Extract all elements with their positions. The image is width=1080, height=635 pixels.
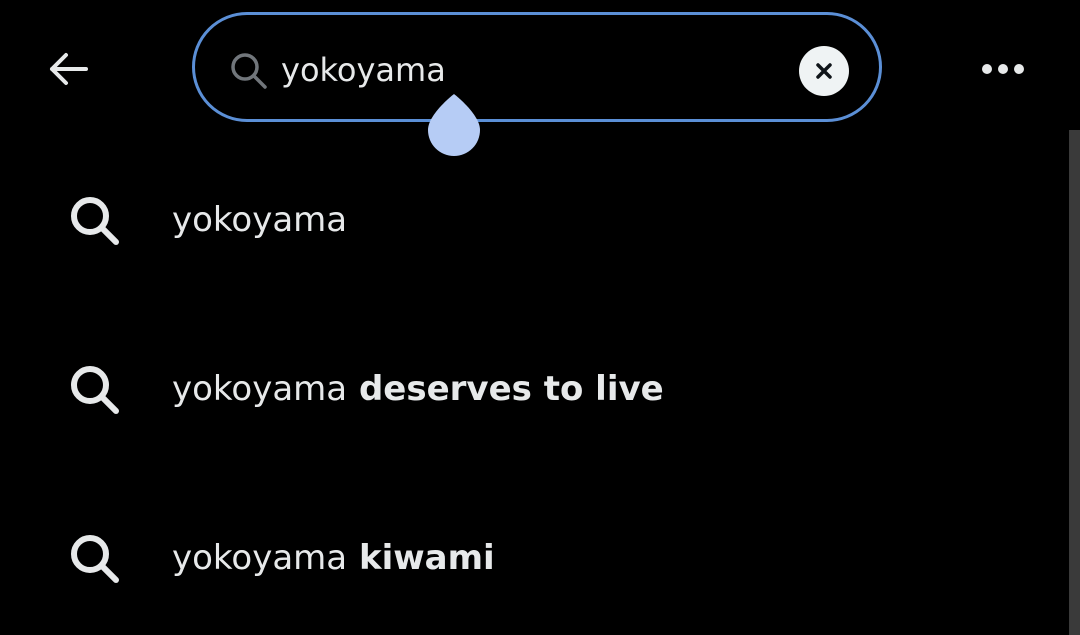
more-horizontal-icon bbox=[982, 64, 1024, 74]
search-icon bbox=[71, 535, 119, 583]
suggestion-text: yokoyama bbox=[172, 198, 347, 242]
suggestion-item[interactable]: yokoyama kiwami bbox=[0, 498, 1060, 618]
suggestion-item[interactable]: yokoyama deserves to live bbox=[0, 329, 1060, 449]
scrollbar[interactable] bbox=[1069, 130, 1080, 635]
suggestion-item[interactable]: yokoyama bbox=[0, 160, 1060, 280]
more-options-button[interactable] bbox=[970, 44, 1036, 94]
search-box[interactable] bbox=[192, 12, 882, 122]
search-input[interactable] bbox=[281, 45, 841, 95]
suggestion-text: yokoyama kiwami bbox=[172, 536, 495, 580]
text-cursor-handle[interactable] bbox=[426, 92, 482, 158]
suggestion-query: yokoyama bbox=[172, 200, 348, 240]
suggestion-query: yokoyama bbox=[172, 369, 348, 409]
arrow-left-icon bbox=[50, 53, 88, 85]
close-icon bbox=[816, 63, 832, 79]
suggestion-query: yokoyama bbox=[172, 538, 348, 578]
suggestion-text: yokoyama deserves to live bbox=[172, 367, 664, 411]
back-button[interactable] bbox=[40, 44, 96, 94]
search-icon bbox=[71, 197, 119, 245]
suggestion-completion: deserves to live bbox=[347, 369, 664, 409]
clear-search-button[interactable] bbox=[799, 46, 849, 96]
search-icon bbox=[71, 366, 119, 414]
suggestion-completion: kiwami bbox=[347, 538, 495, 578]
search-icon bbox=[231, 53, 267, 89]
